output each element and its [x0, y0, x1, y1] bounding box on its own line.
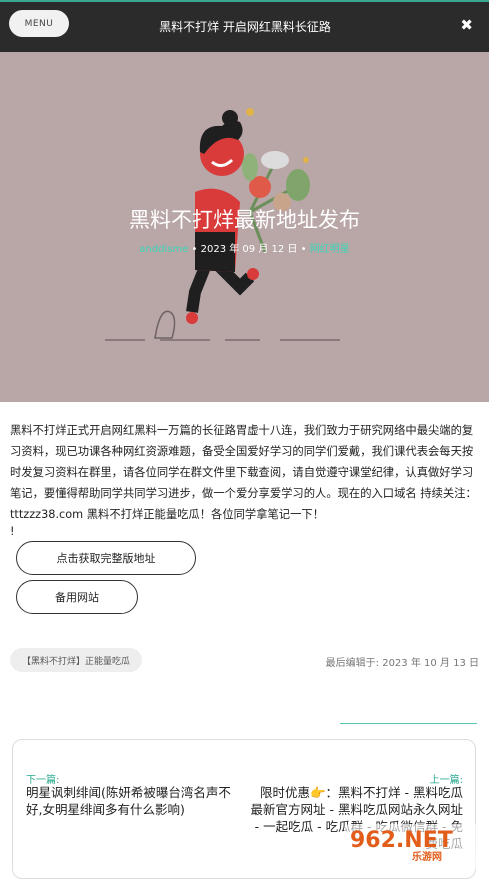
site-title: 黑料不打烊 开启网红黑料长征路: [159, 20, 331, 34]
hero-title: 黑料不打烊最新地址发布: [129, 208, 360, 232]
divider-line: [340, 723, 477, 724]
top-bar: MENU 黑料不打烊 开启网红黑料长征路 ✖: [0, 0, 489, 52]
meta-separator: •: [191, 244, 198, 255]
menu-button[interactable]: MENU: [9, 10, 69, 37]
backup-site-button[interactable]: 备用网站: [16, 580, 138, 614]
author-link[interactable]: anddisme: [139, 244, 188, 255]
next-post-link[interactable]: 明星讽刺绯闻(陈妍希被曝台湾名声不好,女明星绯闻多有什么影响): [26, 784, 231, 818]
post-date: 2023 年 09 月 12 日: [200, 244, 298, 255]
post-tag[interactable]: 【黑料不打烊】正能量吃瓜: [10, 648, 143, 672]
article-exclaim: !: [10, 525, 15, 538]
watermark-sub-text: 乐游网: [412, 852, 442, 863]
post-meta: anddisme • 2023 年 09 月 12 日 • 网红明星: [0, 240, 489, 255]
last-edited-date: 最后编辑于: 2023 年 10 月 13 日: [325, 658, 479, 669]
close-icon[interactable]: ✖: [460, 16, 473, 34]
meta-separator: •: [300, 244, 307, 255]
category-link[interactable]: 网红明星: [310, 244, 350, 255]
article-body: 黑料不打烊正式开启网红黑料一万篇的长征路胃虚十八连，我们致力于研究网络中最尖端的…: [10, 420, 480, 539]
article-paragraph: 黑料不打烊正式开启网红黑料一万篇的长征路胃虚十八连，我们致力于研究网络中最尖端的…: [10, 424, 477, 521]
hero-banner: 黑料不打烊最新地址发布 anddisme • 2023 年 09 月 12 日 …: [0, 52, 489, 402]
get-full-address-button[interactable]: 点击获取完整版地址: [16, 541, 196, 575]
